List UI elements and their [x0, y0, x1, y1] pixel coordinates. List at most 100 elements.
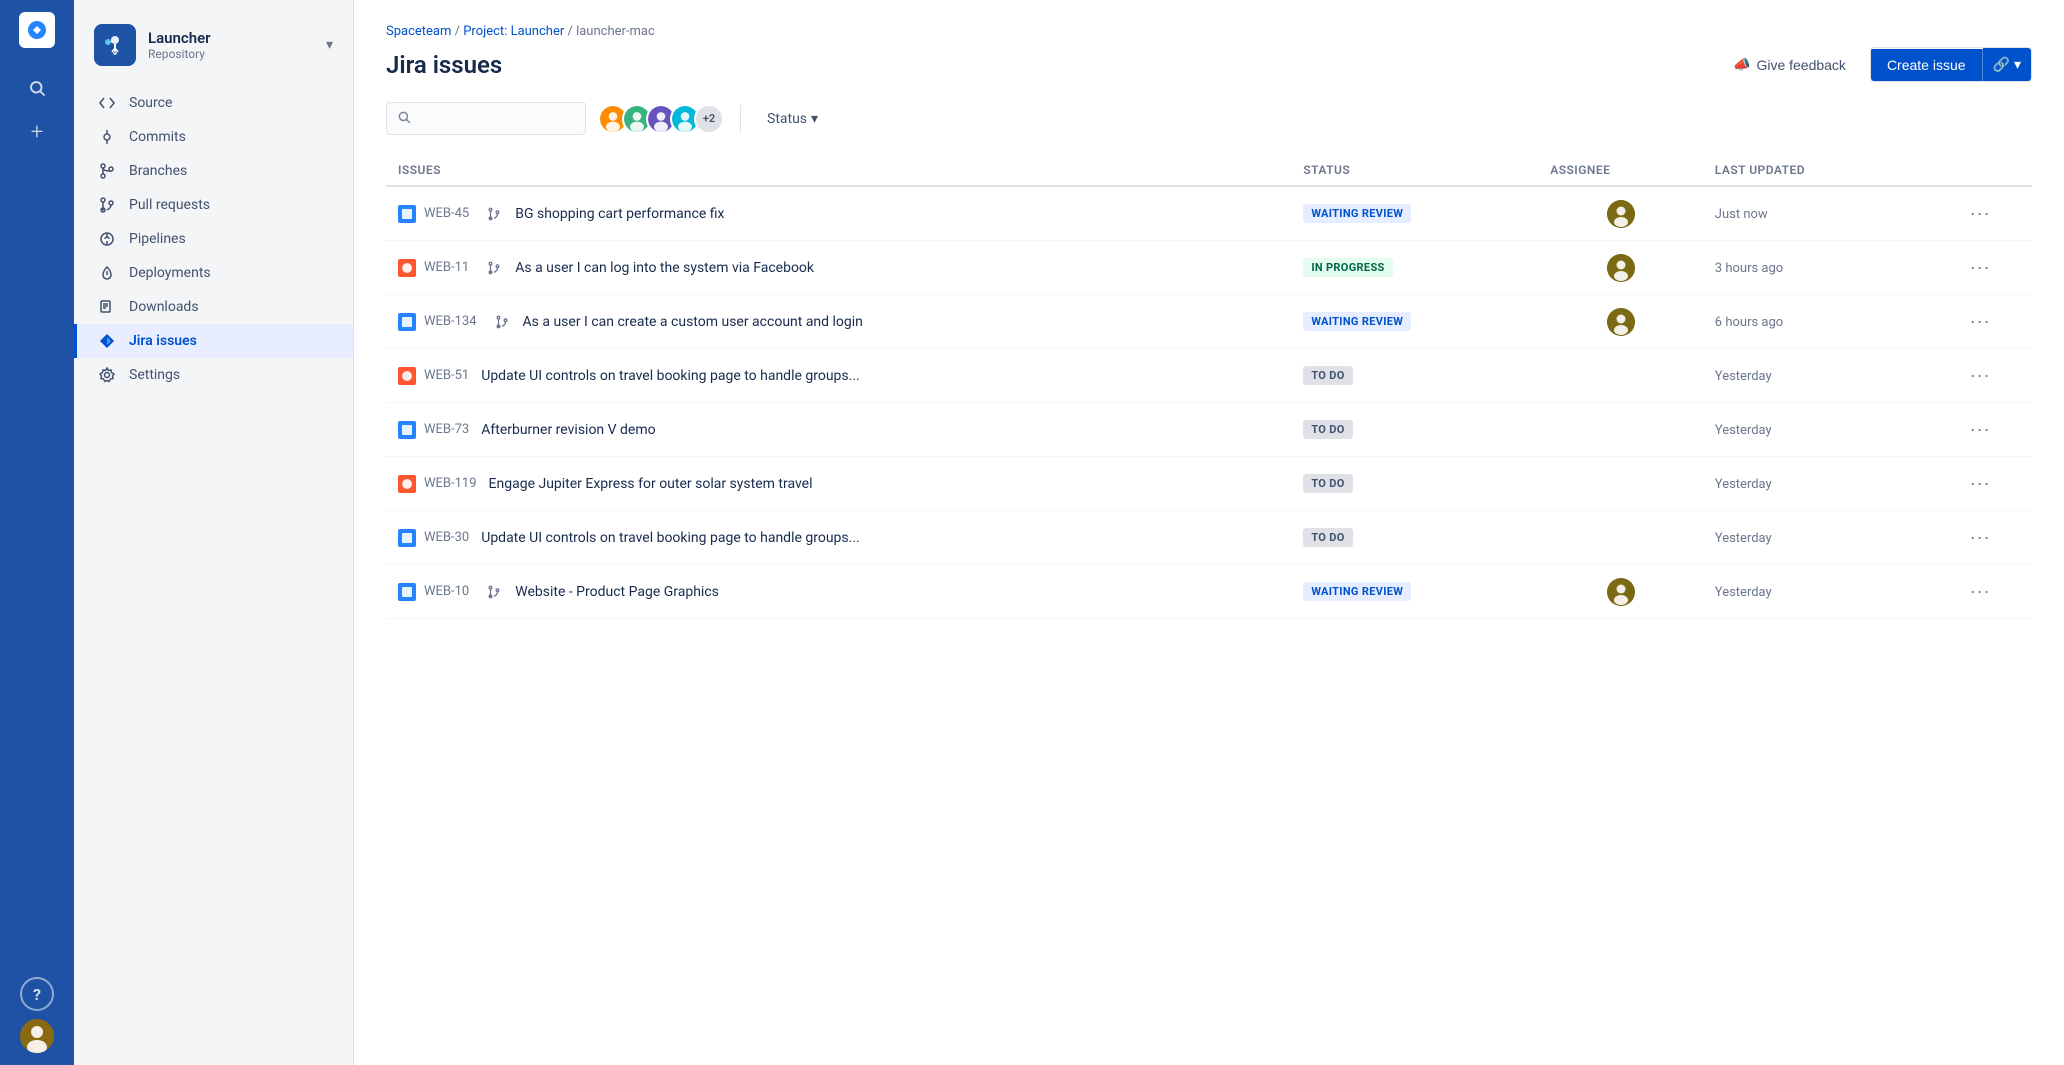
more-options-button[interactable]: ··· [1962, 469, 1999, 498]
table-row[interactable]: WEB-45 BG shopping cart performance fix … [386, 186, 2032, 241]
sidebar-item-commits[interactable]: Commits [74, 120, 353, 154]
megaphone-icon: 📣 [1733, 56, 1750, 73]
issue-summary[interactable]: BG shopping cart performance fix [515, 206, 724, 222]
issue-summary[interactable]: Engage Jupiter Express for outer solar s… [489, 476, 813, 492]
issue-summary[interactable]: Update UI controls on travel booking pag… [481, 530, 859, 546]
sidebar-item-source[interactable]: Source [74, 86, 353, 120]
status-badge: WAITING REVIEW [1303, 204, 1411, 223]
search-input[interactable] [417, 111, 575, 127]
sidebar-item-pull-requests[interactable]: Pull requests [74, 188, 353, 222]
issue-type-icon [398, 313, 416, 331]
breadcrumb-project[interactable]: Project: Launcher [463, 24, 564, 39]
issue-cell: WEB-45 BG shopping cart performance fix [398, 205, 1279, 223]
more-options-button[interactable]: ··· [1962, 577, 1999, 606]
col-header-updated: Last updated [1703, 155, 1950, 186]
updated-text: Yesterday [1715, 531, 1772, 546]
chevron-down-icon: ▾ [2014, 56, 2021, 73]
issue-cell: WEB-11 As a user I can log into the syst… [398, 259, 1279, 277]
more-options-button[interactable]: ··· [1962, 361, 1999, 390]
table-row[interactable]: WEB-73 Afterburner revision V demo TO DO… [386, 403, 2032, 457]
status-badge: WAITING REVIEW [1303, 312, 1411, 331]
create-issue-button[interactable]: Create issue [1871, 49, 1983, 81]
issue-key: WEB-119 [424, 476, 477, 491]
issue-type-icon [398, 421, 416, 439]
issue-cell: WEB-30 Update UI controls on travel book… [398, 529, 1279, 547]
issue-summary[interactable]: Website - Product Page Graphics [515, 584, 719, 600]
issue-summary[interactable]: As a user I can log into the system via … [515, 260, 814, 276]
link-icon: 🔗 [1993, 56, 2010, 73]
filters-row: +2 Status ▾ [386, 102, 2032, 135]
source-icon [97, 95, 117, 111]
main-content: Spaceteam / Project: Launcher / launcher… [354, 0, 2064, 1065]
pull-requests-icon [97, 197, 117, 213]
issue-type-icon [398, 529, 416, 547]
header-actions: 📣 Give feedback Create issue 🔗 ▾ [1721, 47, 2032, 82]
issue-cell: WEB-134 As a user I can create a custom … [398, 313, 1279, 331]
issue-key: WEB-11 [424, 260, 469, 275]
sidebar-item-pipelines-label: Pipelines [129, 231, 186, 247]
sidebar: Launcher Repository ▾ Source Commits [74, 0, 354, 1065]
logo[interactable] [19, 12, 55, 48]
create-issue-dropdown[interactable]: 🔗 ▾ [1983, 48, 2031, 81]
status-filter[interactable]: Status ▾ [757, 105, 828, 133]
breadcrumb-repo: launcher-mac [576, 24, 655, 39]
page-title: Jira issues [386, 51, 502, 79]
table-row[interactable]: WEB-119 Engage Jupiter Express for outer… [386, 457, 2032, 511]
table-row[interactable]: WEB-30 Update UI controls on travel book… [386, 511, 2032, 565]
issue-key: WEB-30 [424, 530, 469, 545]
assignee-avatar [1607, 200, 1635, 228]
issue-summary[interactable]: As a user I can create a custom user acc… [523, 314, 863, 330]
repo-dropdown-icon[interactable]: ▾ [326, 37, 333, 53]
search-box[interactable] [386, 102, 586, 135]
create-icon[interactable]: + [17, 112, 57, 152]
sidebar-item-downloads-label: Downloads [129, 299, 199, 315]
more-options-button[interactable]: ··· [1962, 415, 1999, 444]
assignee-avatar [1607, 254, 1635, 282]
updated-text: Yesterday [1715, 477, 1772, 492]
sidebar-item-settings-label: Settings [129, 367, 180, 383]
status-badge: IN PROGRESS [1303, 258, 1392, 277]
sidebar-item-pipelines[interactable]: Pipelines [74, 222, 353, 256]
avatar-overflow-count[interactable]: +2 [694, 104, 724, 134]
sidebar-item-jira-issues[interactable]: Jira issues [74, 324, 353, 358]
table-row[interactable]: WEB-11 As a user I can log into the syst… [386, 241, 2032, 295]
pipelines-icon [97, 231, 117, 247]
create-issue-group: Create issue 🔗 ▾ [1870, 47, 2032, 82]
table-row[interactable]: WEB-10 Website - Product Page Graphics W… [386, 565, 2032, 619]
give-feedback-button[interactable]: 📣 Give feedback [1721, 48, 1858, 81]
breadcrumb-spaceteam[interactable]: Spaceteam [386, 24, 451, 39]
more-options-button[interactable]: ··· [1962, 523, 1999, 552]
table-row[interactable]: WEB-51 Update UI controls on travel book… [386, 349, 2032, 403]
status-badge: TO DO [1303, 420, 1352, 439]
issue-summary[interactable]: Afterburner revision V demo [481, 422, 655, 438]
issue-summary[interactable]: Update UI controls on travel booking pag… [481, 368, 859, 384]
more-options-button[interactable]: ··· [1962, 253, 1999, 282]
repo-header[interactable]: Launcher Repository ▾ [74, 16, 353, 86]
repo-icon [94, 24, 136, 66]
repo-name: Launcher [148, 29, 314, 47]
help-icon[interactable]: ? [20, 977, 54, 1011]
user-avatar[interactable] [20, 1019, 54, 1053]
sidebar-item-settings[interactable]: Settings [74, 358, 353, 392]
more-options-button[interactable]: ··· [1962, 199, 1999, 228]
table-row[interactable]: WEB-134 As a user I can create a custom … [386, 295, 2032, 349]
issue-type-icon [398, 205, 416, 223]
issue-type-icon [398, 475, 416, 493]
avatar-filter-group: +2 [598, 104, 724, 134]
issue-key: WEB-45 [424, 206, 469, 221]
issue-cell: WEB-10 Website - Product Page Graphics [398, 583, 1279, 601]
assignee-avatar [1607, 308, 1635, 336]
issue-key: WEB-134 [424, 314, 477, 329]
more-options-button[interactable]: ··· [1962, 307, 1999, 336]
filter-divider [740, 105, 741, 133]
sidebar-item-source-label: Source [129, 95, 172, 111]
search-icon[interactable] [17, 68, 57, 108]
issue-key: WEB-73 [424, 422, 469, 437]
sidebar-item-deployments[interactable]: Deployments [74, 256, 353, 290]
updated-text: Yesterday [1715, 585, 1772, 600]
sidebar-item-downloads[interactable]: Downloads [74, 290, 353, 324]
sidebar-item-branches[interactable]: Branches [74, 154, 353, 188]
status-chevron-icon: ▾ [811, 111, 818, 127]
settings-icon [97, 367, 117, 383]
issue-type-icon [398, 259, 416, 277]
